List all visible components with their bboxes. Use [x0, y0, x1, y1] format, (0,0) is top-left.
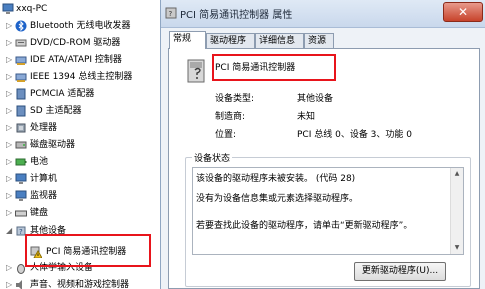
- tree-item-label: SD 主适配器: [30, 106, 82, 116]
- device-status-title: 设备状态: [192, 151, 233, 164]
- tree-item-computer[interactable]: ▷ 计算机: [6, 171, 57, 187]
- dialog-title: PCI 简易通讯控制器 属性: [180, 10, 293, 21]
- tree-item-ide[interactable]: ▷ IDE ATA/ATAPI 控制器: [6, 52, 122, 68]
- prop-label-type: 设备类型:: [215, 94, 255, 104]
- title-bar[interactable]: ? PCI 简易通讯控制器 属性 ✕: [161, 0, 485, 28]
- prop-label-manufacturer: 制造商:: [215, 112, 246, 122]
- tree-item-label: PCMCIA 适配器: [30, 89, 95, 99]
- prop-value-location: PCI 总线 0、设备 3、功能 0: [297, 130, 412, 140]
- tree-item-keyboard[interactable]: ▷ 键盘: [6, 205, 48, 221]
- tree-root-label: xxq-PC: [16, 4, 48, 14]
- expand-arrow-icon[interactable]: ▷: [6, 35, 15, 51]
- svg-text:?: ?: [169, 10, 173, 18]
- tree-item-sound[interactable]: ▷ 声音、视频和游戏控制器: [6, 277, 129, 289]
- tree-item-dvd[interactable]: ▷ DVD/CD-ROM 驱动器: [6, 35, 120, 51]
- tree-item-label: Bluetooth 无线电收发器: [30, 21, 131, 31]
- tree-item-monitor[interactable]: ▷ 监视器: [6, 188, 57, 204]
- sound-icon: [15, 279, 27, 289]
- tree-item-label: IEEE 1394 总线主控制器: [30, 72, 133, 82]
- device-tree: xxq-PC ▷ Bluetooth 无线电收发器 ▷ DVD/CD-ROM 驱动器…: [0, 0, 160, 289]
- device-status-text[interactable]: 该设备的驱动程序未被安装。 (代码 28) 没有为设备信息集或元素选择驱动程序。…: [192, 167, 464, 255]
- expand-arrow-icon[interactable]: ▷: [6, 260, 15, 276]
- scroll-up-icon[interactable]: ▲: [451, 168, 463, 180]
- prop-value-manufacturer: 未知: [297, 112, 316, 122]
- tab-driver[interactable]: 驱动程序: [206, 33, 255, 48]
- device-status-group: 设备状态 该设备的驱动程序未被安装。 (代码 28) 没有为设备信息集或元素选择…: [185, 151, 471, 287]
- properties-dialog: ? PCI 简易通讯控制器 属性 ✕ 常规 驱动程序 详细信息 资源 PCI 简…: [160, 0, 485, 289]
- collapse-arrow-icon[interactable]: ◢: [6, 223, 15, 239]
- prop-label-location: 位置:: [215, 130, 237, 140]
- optical-drive-icon: [15, 37, 27, 49]
- keyboard-icon: [15, 207, 27, 219]
- tree-item-processor[interactable]: ▷ 处理器: [6, 120, 57, 136]
- status-line: 该设备的驱动程序未被安装。 (代码 28): [196, 174, 356, 184]
- svg-text:?: ?: [19, 228, 23, 236]
- tree-item-bluetooth[interactable]: ▷ Bluetooth 无线电收发器: [6, 18, 131, 34]
- expand-arrow-icon[interactable]: ▷: [6, 188, 15, 204]
- tree-item-label: 监视器: [30, 191, 58, 201]
- computer-icon: [15, 173, 27, 185]
- highlight-box: [25, 234, 151, 267]
- expand-arrow-icon[interactable]: ▷: [6, 205, 15, 221]
- prop-value-type: 其他设备: [297, 94, 334, 104]
- tree-item-label: 电池: [30, 157, 49, 167]
- status-line: 没有为设备信息集或元素选择驱动程序。: [196, 194, 359, 204]
- processor-icon: [15, 122, 27, 134]
- bluetooth-icon: [15, 20, 27, 32]
- tab-panel-general: PCI 简易通讯控制器 设备类型: 其他设备 制造商: 未知 位置: PCI 总…: [168, 48, 480, 289]
- disk-drive-icon: [15, 139, 27, 151]
- tree-item-label: 计算机: [30, 174, 58, 184]
- vertical-scrollbar[interactable]: ▲ ▼: [450, 168, 463, 254]
- expand-arrow-icon[interactable]: ▷: [6, 154, 15, 170]
- expand-arrow-icon[interactable]: ▷: [6, 18, 15, 34]
- monitor-icon: [15, 190, 27, 202]
- close-button[interactable]: ✕: [443, 2, 483, 22]
- ide-controller-icon: [15, 54, 27, 66]
- computer-icon: [2, 3, 14, 15]
- tab-details[interactable]: 详细信息: [255, 33, 304, 48]
- expand-arrow-icon[interactable]: ▷: [6, 52, 15, 68]
- scroll-down-icon[interactable]: ▼: [451, 242, 463, 254]
- tree-item-label: IDE ATA/ATAPI 控制器: [30, 55, 122, 65]
- unknown-device-icon: [185, 58, 209, 84]
- ieee1394-icon: [15, 71, 27, 83]
- expand-arrow-icon[interactable]: ▷: [6, 120, 15, 136]
- pcmcia-icon: [15, 88, 27, 100]
- expand-arrow-icon[interactable]: ▷: [6, 103, 15, 119]
- tree-root[interactable]: xxq-PC: [2, 2, 47, 17]
- expand-arrow-icon[interactable]: ▷: [6, 171, 15, 187]
- tree-item-sd[interactable]: ▷ SD 主适配器: [6, 103, 82, 119]
- tree-item-battery[interactable]: ▷ 电池: [6, 154, 48, 170]
- tree-item-ieee1394[interactable]: ▷ IEEE 1394 总线主控制器: [6, 69, 132, 85]
- battery-icon: [15, 156, 27, 168]
- tree-item-label: 键盘: [30, 208, 49, 218]
- expand-arrow-icon[interactable]: ▷: [6, 277, 15, 289]
- expand-arrow-icon[interactable]: ▷: [6, 137, 15, 153]
- device-icon: ?: [165, 7, 177, 19]
- tab-resources[interactable]: 资源: [304, 33, 334, 48]
- tree-item-disk[interactable]: ▷ 磁盘驱动器: [6, 137, 75, 153]
- tree-item-label: 磁盘驱动器: [30, 140, 76, 150]
- tree-item-label: 处理器: [30, 123, 58, 133]
- tree-item-label: 声音、视频和游戏控制器: [30, 280, 130, 289]
- tree-item-label: DVD/CD-ROM 驱动器: [30, 38, 121, 48]
- tab-general[interactable]: 常规: [169, 31, 206, 49]
- highlight-box: [212, 54, 336, 81]
- tree-item-pcmcia[interactable]: ▷ PCMCIA 适配器: [6, 86, 94, 102]
- update-driver-button[interactable]: 更新驱动程序(U)...: [354, 262, 446, 281]
- expand-arrow-icon[interactable]: ▷: [6, 69, 15, 85]
- expand-arrow-icon[interactable]: ▷: [6, 86, 15, 102]
- status-line: 若要查找此设备的驱动程序，请单击“更新驱动程序”。: [196, 221, 413, 231]
- sd-adapter-icon: [15, 105, 27, 117]
